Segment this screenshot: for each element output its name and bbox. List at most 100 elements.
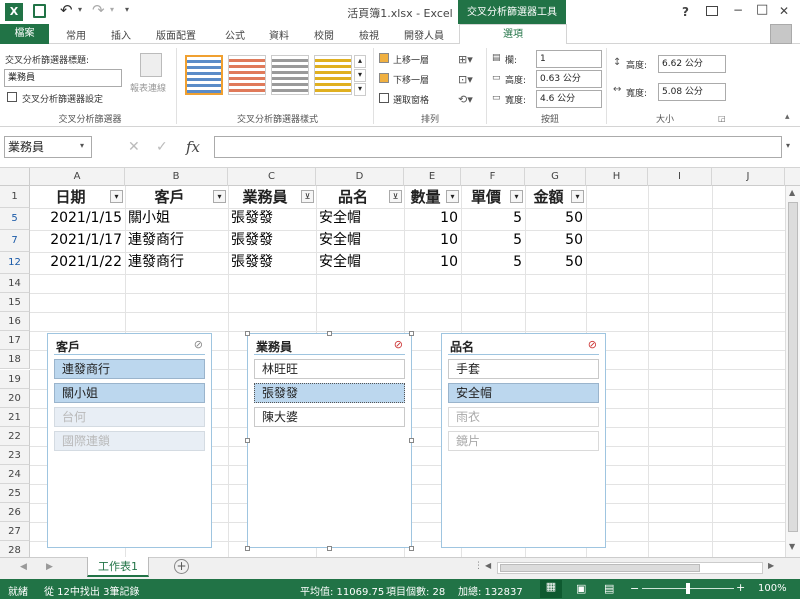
table-cell[interactable]: 5 — [464, 252, 522, 273]
column-header[interactable]: H — [586, 168, 648, 186]
table-header-cell[interactable]: 業務員 — [228, 186, 302, 208]
table-header-cell[interactable]: 數量 — [404, 186, 447, 208]
slicer-item[interactable]: 陳大婆 — [254, 407, 405, 427]
table-cell[interactable]: 連發商行 — [128, 252, 225, 273]
page-layout-view-icon[interactable]: ▣ — [576, 582, 586, 595]
row-header[interactable]: 27 — [0, 522, 30, 542]
column-header[interactable]: B — [125, 168, 228, 186]
close-icon[interactable]: ✕ — [779, 4, 789, 18]
clear-filter-icon[interactable]: ⊘ — [194, 338, 203, 351]
table-header-cell[interactable]: 品名 — [316, 186, 390, 208]
horizontal-scrollbar[interactable] — [497, 562, 763, 574]
row-header[interactable]: 21 — [0, 407, 30, 427]
columns-input[interactable]: 1 — [536, 50, 602, 68]
bring-forward-icon[interactable] — [379, 53, 389, 63]
row-header[interactable]: 24 — [0, 465, 30, 484]
table-cell[interactable]: 2021/1/22 — [33, 252, 122, 273]
resize-handle[interactable] — [409, 438, 414, 443]
table-cell[interactable]: 安全帽 — [319, 252, 401, 273]
row-header[interactable]: 23 — [0, 445, 30, 465]
button-width-input[interactable]: 4.6 公分 — [536, 90, 602, 108]
column-header[interactable]: I — [648, 168, 712, 186]
normal-view-icon[interactable]: ▦ — [540, 580, 562, 598]
table-header-cell[interactable]: 日期 — [30, 186, 111, 208]
tab-page-layout[interactable]: 版面配置 — [156, 27, 196, 42]
add-sheet-icon[interactable]: + — [174, 559, 189, 574]
column-header[interactable]: F — [461, 168, 525, 186]
table-cell[interactable]: 連發商行 — [128, 230, 225, 251]
row-header[interactable]: 12 — [0, 252, 30, 274]
column-header[interactable]: G — [525, 168, 586, 186]
vertical-scrollbar[interactable]: ▲ ▼ — [785, 186, 800, 557]
name-box-dropdown-icon[interactable]: ▾ — [80, 141, 84, 150]
tab-developer[interactable]: 開發人員 — [404, 27, 444, 42]
slicer-height-input[interactable]: 6.62 公分 — [658, 55, 726, 73]
resize-handle[interactable] — [245, 331, 250, 336]
insert-function-icon[interactable]: fx — [186, 138, 200, 156]
filter-active-icon[interactable]: ⊻ — [389, 190, 402, 203]
tab-file[interactable]: 檔案 — [0, 24, 49, 44]
cancel-icon[interactable]: ✕ — [128, 139, 140, 155]
zoom-out-button[interactable]: − — [630, 582, 639, 595]
style-thumb-2[interactable] — [228, 55, 266, 95]
group-icon[interactable]: ⊡▾ — [458, 73, 473, 86]
selection-pane-icon[interactable] — [379, 93, 389, 103]
row-header[interactable]: 18 — [0, 350, 30, 370]
table-cell[interactable]: 10 — [407, 252, 458, 273]
resize-handle[interactable] — [409, 331, 414, 336]
tab-insert[interactable]: 插入 — [111, 27, 131, 42]
tab-home[interactable]: 常用 — [66, 27, 86, 42]
slicer-item[interactable]: 關小姐 — [54, 383, 205, 403]
table-cell[interactable]: 50 — [528, 252, 583, 273]
slicer-item[interactable]: 張發發 — [254, 383, 405, 403]
table-cell[interactable]: 5 — [464, 230, 522, 251]
row-header[interactable]: 17 — [0, 331, 30, 351]
column-header[interactable]: E — [404, 168, 461, 186]
row-header[interactable]: 15 — [0, 293, 30, 313]
zoom-level[interactable]: 100% — [758, 583, 787, 594]
ribbon-display-icon[interactable] — [706, 6, 718, 16]
resize-handle[interactable] — [409, 546, 414, 551]
table-cell[interactable]: 張發發 — [231, 208, 313, 229]
style-thumb-3[interactable] — [271, 55, 309, 95]
tab-view[interactable]: 檢視 — [359, 27, 379, 42]
row-header[interactable]: 7 — [0, 230, 30, 252]
send-backward-icon[interactable] — [379, 73, 389, 83]
resize-handle[interactable] — [327, 546, 332, 551]
slicer-item[interactable]: 國際連鎖 — [54, 431, 205, 451]
column-header[interactable]: A — [30, 168, 125, 186]
maximize-icon[interactable]: □ — [756, 2, 768, 17]
zoom-in-button[interactable]: + — [736, 581, 745, 594]
button-height-input[interactable]: 0.63 公分 — [536, 70, 602, 88]
slicer-item[interactable]: 雨衣 — [448, 407, 599, 427]
collapse-ribbon-icon[interactable]: ▴ — [785, 112, 790, 122]
filter-dropdown-icon[interactable]: ▾ — [446, 190, 459, 203]
table-cell[interactable]: 安全帽 — [319, 230, 401, 251]
style-thumb-4[interactable] — [314, 55, 352, 95]
user-avatar[interactable] — [770, 24, 792, 44]
hscroll-left-icon[interactable]: ◀ — [485, 561, 491, 570]
vscroll-thumb[interactable] — [788, 202, 798, 532]
zoom-slider-thumb[interactable] — [686, 583, 690, 594]
table-header-cell[interactable]: 客戶 — [125, 186, 214, 208]
enter-icon[interactable]: ✓ — [156, 139, 168, 155]
slicer-customer[interactable]: 客戶 ⊘ 連發商行 關小姐 台何 國際連鎖 — [47, 333, 212, 548]
hscroll-thumb[interactable] — [500, 564, 700, 572]
expand-formula-icon[interactable]: ▾ — [786, 141, 790, 150]
resize-handle[interactable] — [245, 546, 250, 551]
slicer-product[interactable]: 品名 ⊘ 手套 安全帽 雨衣 鏡片 — [441, 333, 606, 548]
slicer-salesperson[interactable]: 業務員 ⊘ 林旺旺 張發發 陳大婆 — [247, 333, 412, 548]
slicer-width-input[interactable]: 5.08 公分 — [658, 83, 726, 101]
sheet-scroll-right-icon[interactable]: ▶ — [46, 562, 53, 572]
selection-pane-button[interactable]: 選取窗格 — [393, 93, 429, 106]
clear-filter-icon[interactable]: ⊘ — [588, 338, 597, 351]
slicer-item[interactable]: 手套 — [448, 359, 599, 379]
row-header[interactable]: 1 — [0, 186, 30, 208]
vscroll-down-icon[interactable]: ▼ — [789, 542, 795, 551]
table-cell[interactable]: 2021/1/15 — [33, 208, 122, 229]
tab-formulas[interactable]: 公式 — [225, 27, 245, 42]
send-backward-button[interactable]: 下移一層 — [393, 73, 429, 86]
row-header[interactable]: 19 — [0, 369, 30, 389]
slicer-item[interactable]: 安全帽 — [448, 383, 599, 403]
slicer-settings-icon[interactable] — [7, 92, 17, 102]
